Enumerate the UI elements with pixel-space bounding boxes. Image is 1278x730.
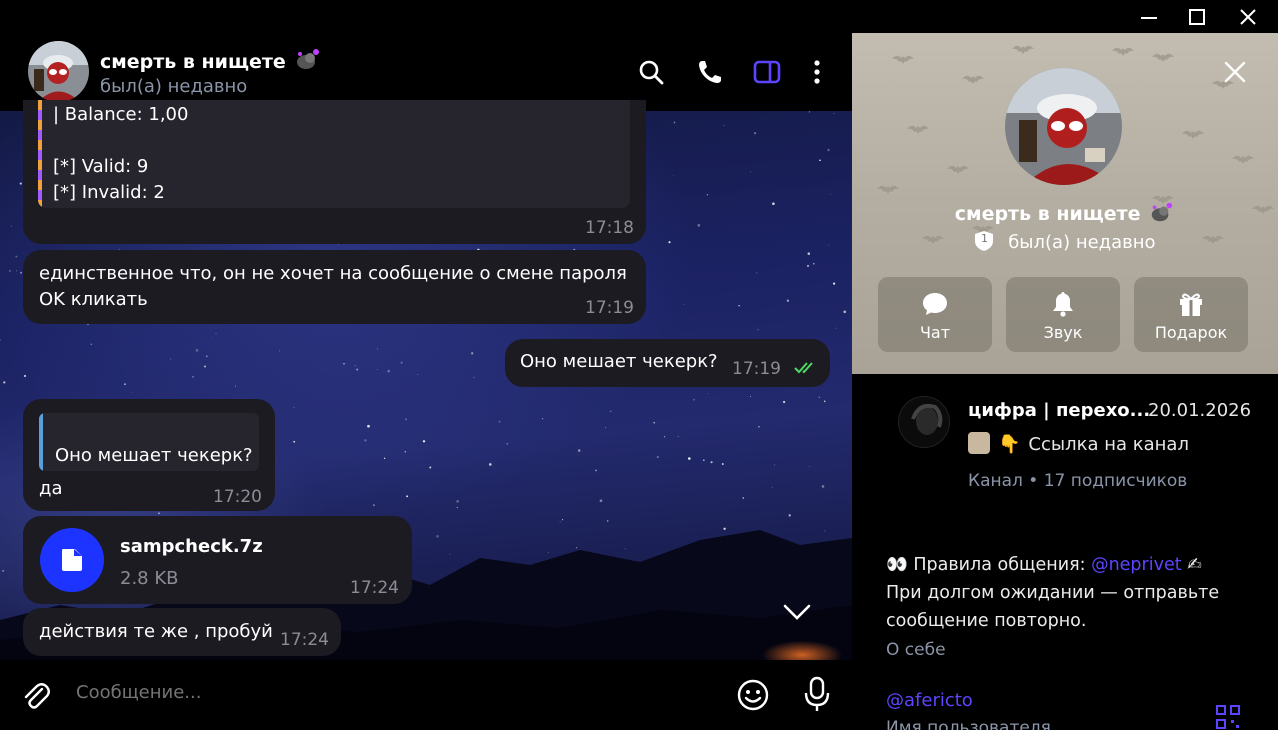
message-text: Оно мешает чекерк? xyxy=(520,351,718,372)
message-bubble-file[interactable]: sampcheck.7z 2.8 KB 17:24 xyxy=(23,516,412,604)
message-bubble-last[interactable]: действия те же , пробуй 17:24 xyxy=(23,608,341,656)
bio-text: 👀 Правила общения: @neprivet ✍ При долго… xyxy=(886,551,1256,635)
bio-label: О себе xyxy=(886,640,946,660)
bio-mention-link[interactable]: @neprivet xyxy=(1091,555,1182,575)
message-time: 17:19 xyxy=(732,359,781,379)
more-icon[interactable] xyxy=(803,58,831,86)
chat-pane: смерть в нищете был(а) недавно | Balance… xyxy=(0,0,852,730)
chat-header: смерть в нищете был(а) недавно xyxy=(0,0,852,111)
premium-emoji-icon xyxy=(1151,202,1173,222)
microphone-icon[interactable] xyxy=(803,676,831,714)
sound-button[interactable]: Звук xyxy=(1006,277,1120,352)
contact-name-text: смерть в нищете xyxy=(100,51,286,73)
message-bubble-password[interactable]: единственное что, он не хочет на сообщен… xyxy=(23,250,646,324)
quote-text: | Balance: 1,00 [*] Valid: 9 [*] Invalid… xyxy=(53,104,189,203)
emoji-icon[interactable] xyxy=(736,678,770,712)
reply-quote[interactable]: Оно мешает чекерк? xyxy=(39,413,259,471)
channel-date: 20.01.2026 xyxy=(1148,400,1252,421)
reply-bar xyxy=(39,413,43,471)
composer-bar xyxy=(0,660,852,730)
username-link[interactable]: @afericto xyxy=(886,690,973,711)
gift-button[interactable]: Подарок xyxy=(1134,277,1248,352)
shield-badge-icon: 1 xyxy=(974,230,994,252)
minimize-icon[interactable] xyxy=(1136,4,1162,30)
scroll-down-button[interactable] xyxy=(781,598,813,626)
message-text: да xyxy=(39,478,63,499)
sound-button-label: Звук xyxy=(1043,323,1083,342)
bio-suffix: ✍ xyxy=(1181,555,1202,575)
message-input[interactable] xyxy=(76,682,676,703)
file-size: 2.8 KB xyxy=(120,568,179,589)
bell-icon xyxy=(1053,292,1073,317)
chat-button[interactable]: Чат xyxy=(878,277,992,352)
channel-last-message: 👇 Ссылка на канал xyxy=(968,432,1189,455)
profile-name: смерть в нищете xyxy=(852,200,1278,225)
username-label: Имя пользователя xyxy=(886,718,1051,730)
message-text-line1: единственное что, он не хочет на сообщен… xyxy=(39,263,627,284)
contact-avatar[interactable] xyxy=(28,41,89,102)
gift-icon xyxy=(1180,293,1202,316)
window-titlebar xyxy=(852,0,1278,33)
personal-channel-row[interactable]: цифра | перехо... 20.01.2026 👇 Ссылка на … xyxy=(852,374,1278,514)
contact-name[interactable]: смерть в нищете xyxy=(100,46,322,73)
message-time: 17:24 xyxy=(280,630,329,650)
fire-glow-decoration xyxy=(752,625,852,660)
profile-avatar[interactable] xyxy=(1005,68,1122,185)
message-bubble-reply[interactable]: Оно мешает чекерк? да 17:20 xyxy=(23,399,275,511)
profile-pane: смерть в нищете 1 был(а) недавно Чат Зву… xyxy=(852,0,1278,730)
channel-name: цифра | перехо... xyxy=(968,400,1151,421)
file-download-button[interactable] xyxy=(40,528,104,592)
message-text-line2: OK кликать xyxy=(39,289,148,310)
read-checkmarks-icon xyxy=(794,362,813,374)
code-quote-block: | Balance: 1,00 [*] Valid: 9 [*] Invalid… xyxy=(38,100,630,208)
message-bubble-balance[interactable]: | Balance: 1,00 [*] Valid: 9 [*] Invalid… xyxy=(23,100,646,244)
qr-code-icon[interactable] xyxy=(1216,705,1240,729)
pointing-down-icon: 👇 xyxy=(998,434,1021,455)
premium-emoji-icon xyxy=(297,49,320,69)
message-time: 17:20 xyxy=(213,487,262,507)
status-badge-number: 1 xyxy=(980,232,988,245)
bio-prefix: 👀 Правила общения: xyxy=(886,555,1092,575)
message-text: действия те же , пробуй xyxy=(39,621,273,642)
profile-card: смерть в нищете 1 был(а) недавно Чат Зву… xyxy=(852,33,1278,374)
profile-name-text: смерть в нищете xyxy=(954,203,1141,225)
channel-meta: Канал • 17 подписчиков xyxy=(968,471,1188,491)
file-name: sampcheck.7z xyxy=(120,536,263,557)
attach-icon[interactable] xyxy=(20,680,52,712)
sidebar-toggle-icon[interactable] xyxy=(753,58,781,86)
search-icon[interactable] xyxy=(637,58,665,86)
profile-status: 1 был(а) недавно xyxy=(852,230,1278,253)
channel-avatar xyxy=(898,396,950,448)
channel-last-message-text: Ссылка на канал xyxy=(1028,434,1189,455)
message-time: 17:24 xyxy=(350,578,399,598)
bio-line3: сообщение повторно. xyxy=(886,611,1087,631)
message-time: 17:18 xyxy=(585,218,634,238)
message-time: 17:19 xyxy=(585,298,634,318)
chat-button-label: Чат xyxy=(919,323,951,342)
close-icon[interactable] xyxy=(1224,61,1246,83)
profile-status-text: был(а) недавно xyxy=(1008,232,1156,253)
quote-bar xyxy=(38,100,42,208)
reply-quote-text: Оно мешает чекерк? xyxy=(55,445,253,466)
message-bubble-outgoing[interactable]: Оно мешает чекерк? 17:19 xyxy=(505,339,830,387)
window-close-icon[interactable] xyxy=(1235,4,1261,30)
gift-button-label: Подарок xyxy=(1154,323,1228,342)
phone-icon[interactable] xyxy=(696,58,724,86)
file-icon xyxy=(62,549,82,571)
contact-status: был(а) недавно xyxy=(100,76,248,97)
chat-icon xyxy=(923,293,947,315)
maximize-icon[interactable] xyxy=(1184,4,1210,30)
bio-line2: При долгом ожидании — отправьте xyxy=(886,583,1220,603)
thumbnail-icon xyxy=(968,432,990,454)
